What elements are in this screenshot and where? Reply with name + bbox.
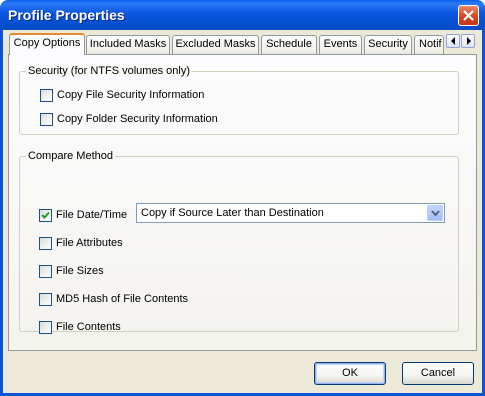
file-sizes-checkbox[interactable] — [39, 265, 52, 278]
window-title: Profile Properties — [8, 7, 125, 23]
md5-hash-checkbox[interactable] — [39, 293, 52, 306]
tab-scroll-right-button[interactable] — [461, 34, 475, 48]
title-bar[interactable]: Profile Properties — [0, 0, 485, 30]
tab-schedule[interactable]: Schedule — [261, 35, 317, 54]
tab-included-masks[interactable]: Included Masks — [86, 35, 170, 54]
file-attributes-checkbox[interactable] — [39, 237, 52, 250]
tab-scroll-left-button[interactable] — [446, 34, 460, 48]
dialog-window: Profile Properties Included Masks Exclud… — [0, 0, 485, 396]
copy-options-panel: Security (for NTFS volumes only) Copy Fi… — [8, 54, 477, 351]
dialog-body: Included Masks Excluded Masks Schedule E… — [3, 30, 482, 393]
dropdown-arrow-button[interactable] — [427, 205, 443, 221]
tab-label: Notif — [419, 38, 442, 50]
date-time-mode-dropdown[interactable]: Copy if Source Later than Destination — [136, 203, 445, 223]
copy-folder-security-checkbox[interactable] — [40, 113, 53, 126]
tab-events[interactable]: Events — [319, 35, 362, 54]
copy-file-security-label: Copy File Security Information — [57, 89, 205, 101]
tab-label: Events — [323, 38, 358, 50]
file-contents-checkbox[interactable] — [39, 321, 52, 334]
md5-hash-label: MD5 Hash of File Contents — [56, 293, 189, 305]
copy-file-security-checkbox[interactable] — [40, 89, 53, 102]
tab-excluded-masks[interactable]: Excluded Masks — [172, 35, 259, 54]
tab-label: Included Masks — [89, 38, 167, 50]
security-group: Security (for NTFS volumes only) Copy Fi… — [19, 65, 459, 135]
tab-notifications[interactable]: Notif — [414, 35, 444, 54]
tab-copy-options[interactable]: Copy Options — [9, 33, 85, 55]
security-group-label: Security (for NTFS volumes only) — [26, 65, 192, 77]
file-sizes-label: File Sizes — [56, 265, 104, 277]
copy-folder-security-label: Copy Folder Security Information — [57, 113, 218, 125]
tab-label: Copy Options — [13, 37, 81, 49]
date-time-mode-value: Copy if Source Later than Destination — [141, 207, 324, 219]
file-contents-label: File Contents — [56, 321, 121, 333]
file-date-time-checkbox[interactable] — [39, 209, 52, 222]
file-attributes-label: File Attributes — [56, 237, 123, 249]
tab-label: Excluded Masks — [175, 38, 256, 50]
tab-label: Schedule — [266, 38, 312, 50]
tab-security[interactable]: Security — [364, 35, 412, 54]
tab-label: Security — [368, 38, 408, 50]
file-date-time-label: File Date/Time — [56, 209, 128, 221]
close-button[interactable] — [458, 5, 479, 26]
cancel-button[interactable]: Cancel — [402, 362, 474, 385]
compare-method-group-label: Compare Method — [26, 150, 115, 162]
ok-button[interactable]: OK — [314, 362, 386, 385]
